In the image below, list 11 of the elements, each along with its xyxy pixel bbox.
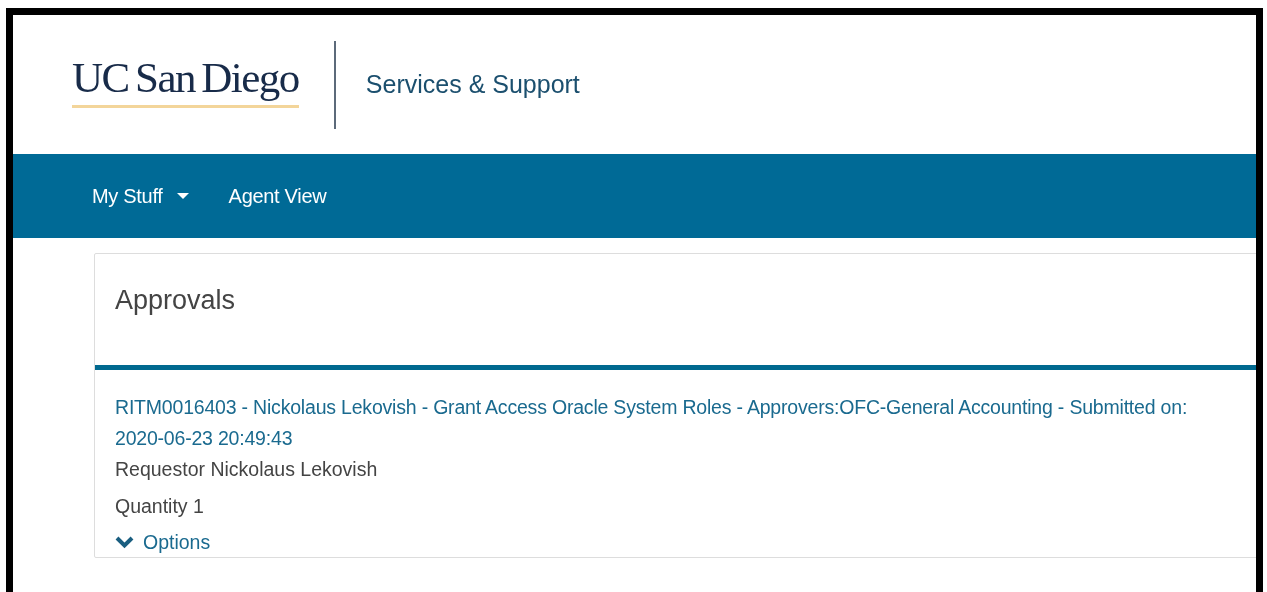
card-title: Approvals	[95, 254, 1256, 370]
options-toggle[interactable]: Options	[115, 528, 211, 558]
caret-icon	[176, 193, 189, 199]
request-link[interactable]: RITM0016403 - Nickolaus Lekovish - Grant Access Oracle System Roles - Approvers:OFC-General Accounting - Submitted on: 2020-06-23 20:49:43	[115, 392, 1240, 454]
quantity-text: Quantity 1	[115, 494, 204, 519]
dropdown-menu-link[interactable]: My Stuff	[86, 173, 195, 219]
site-title: Services & Support	[365, 68, 580, 100]
logo[interactable]: UC San Diego	[72, 55, 299, 108]
chevron-icon	[115, 536, 134, 550]
nav-link[interactable]: Agent View	[222, 173, 333, 219]
requestor-text: Requestor Nickolaus Lekovish	[115, 457, 378, 482]
